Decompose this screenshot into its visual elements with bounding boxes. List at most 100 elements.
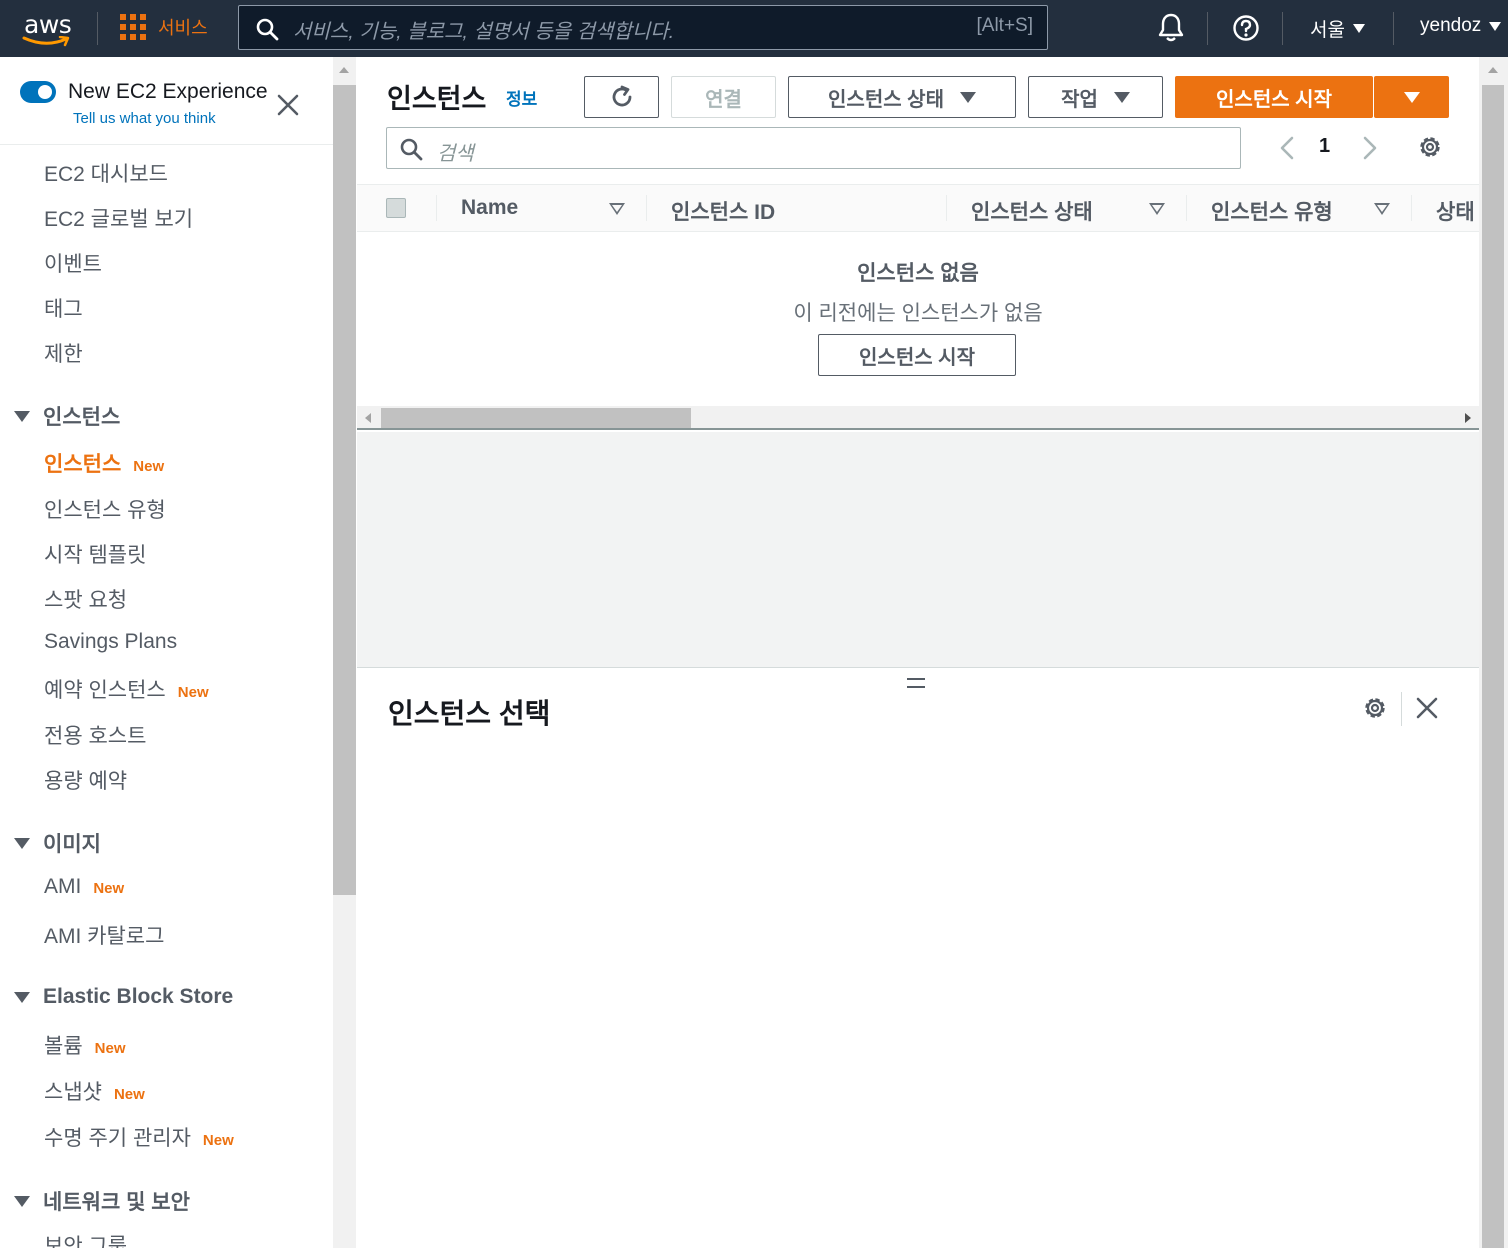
sidebar-item-reserved-instances[interactable]: 예약 인스턴스 New: [44, 674, 209, 704]
scroll-up-arrow-icon[interactable]: [339, 67, 349, 73]
sidebar-item-dedicated-hosts[interactable]: 전용 호스트: [44, 720, 146, 750]
sort-icon[interactable]: [1374, 203, 1390, 215]
scrollbar-thumb[interactable]: [381, 408, 691, 428]
new-experience-toggle[interactable]: [20, 81, 56, 103]
caret-down-icon: [1113, 91, 1130, 103]
column-header-instance-type[interactable]: 인스턴스 유형: [1211, 196, 1333, 226]
column-separator: [436, 195, 437, 221]
search-icon: [256, 18, 279, 41]
chevron-left-icon[interactable]: [1277, 135, 1297, 161]
sidebar-item-instances[interactable]: 인스턴스 New: [44, 448, 164, 478]
sidebar-section-images[interactable]: 이미지: [14, 828, 101, 858]
launch-instances-button[interactable]: 인스턴스 시작: [1175, 76, 1373, 118]
search-icon: [400, 138, 423, 161]
sidebar-item-events[interactable]: 이벤트: [44, 248, 102, 278]
sidebar-item-launch-templates[interactable]: 시작 템플릿: [44, 539, 146, 569]
column-header-instance-state[interactable]: 인스턴스 상태: [971, 196, 1093, 226]
sort-icon[interactable]: [1149, 203, 1165, 215]
current-page-number[interactable]: 1: [1319, 135, 1330, 158]
close-icon[interactable]: [276, 93, 300, 117]
sidebar-item-instance-types[interactable]: 인스턴스 유형: [44, 494, 166, 524]
gear-icon[interactable]: [1417, 134, 1443, 160]
triangle-down-icon: [14, 837, 30, 849]
column-header-name[interactable]: Name: [461, 196, 518, 220]
account-menu[interactable]: yendoz: [1420, 15, 1502, 37]
sidebar-item-dashboard[interactable]: EC2 대시보드: [44, 158, 168, 188]
experience-header: New EC2 Experience Tell us what you thin…: [0, 57, 333, 145]
scrollbar-thumb[interactable]: [333, 85, 356, 895]
new-badge: New: [113, 1086, 145, 1103]
actions-dropdown[interactable]: 작업: [1028, 76, 1163, 118]
refresh-icon: [612, 85, 631, 107]
close-icon[interactable]: [1415, 696, 1439, 720]
sidebar-item-savings-plans[interactable]: Savings Plans: [44, 630, 177, 654]
sidebar-section-title: 인스턴스: [43, 406, 121, 429]
empty-state-title: 인스턴스 없음: [857, 262, 979, 285]
select-all-checkbox[interactable]: [386, 198, 406, 218]
connect-button[interactable]: 연결: [671, 76, 776, 118]
column-separator: [646, 195, 647, 221]
triangle-down-icon: [14, 991, 30, 1003]
scroll-up-arrow-icon[interactable]: [1488, 67, 1498, 73]
gear-icon[interactable]: [1362, 695, 1388, 721]
help-icon[interactable]: [1232, 14, 1260, 42]
bell-icon[interactable]: [1157, 10, 1185, 44]
new-badge: New: [177, 684, 209, 701]
sidebar-item-global-view[interactable]: EC2 글로벌 보기: [44, 203, 193, 233]
column-separator: [946, 195, 947, 221]
sidebar-item-snapshots[interactable]: 스냅샷 New: [44, 1076, 145, 1106]
instances-search-input[interactable]: 검색: [386, 127, 1241, 169]
sidebar-item-limits[interactable]: 제한: [44, 338, 83, 368]
sidebar-section-ebs[interactable]: Elastic Block Store: [14, 985, 233, 1009]
sort-icon[interactable]: [609, 203, 625, 215]
info-link[interactable]: 정보: [506, 85, 537, 110]
nav-divider: [1207, 12, 1208, 45]
services-label: 서비스: [158, 18, 208, 38]
column-header-instance-id[interactable]: 인스턴스 ID: [671, 196, 775, 226]
chevron-right-icon[interactable]: [1360, 135, 1380, 161]
side-navigation: New EC2 Experience Tell us what you thin…: [0, 57, 333, 1248]
new-experience-label: New EC2 Experience: [68, 80, 268, 103]
aws-logo-text: aws: [24, 10, 72, 39]
split-panel-divider: [1401, 692, 1402, 726]
column-separator: [1411, 195, 1412, 221]
scroll-left-arrow-icon[interactable]: [365, 413, 371, 423]
instance-state-dropdown[interactable]: 인스턴스 상태: [788, 76, 1016, 118]
aws-logo[interactable]: aws: [22, 8, 74, 47]
scrollbar-thumb[interactable]: [1482, 85, 1504, 1248]
sidebar-item-volumes[interactable]: 볼륨 New: [44, 1030, 125, 1060]
instances-table-panel: 인스턴스 정보 연결 인스턴스 상태 작업 인스턴스 시작 검색 1 Name …: [357, 57, 1479, 432]
launch-options-dropdown[interactable]: [1374, 76, 1449, 118]
split-panel: 인스턴스 선택: [357, 667, 1479, 1248]
sidebar-item-label: 예약 인스턴스: [44, 679, 166, 702]
sidebar-scrollbar[interactable]: [333, 57, 356, 1248]
sidebar-item-security-groups[interactable]: 보안 그룹: [44, 1230, 127, 1248]
sidebar-item-tags[interactable]: 태그: [44, 293, 83, 323]
sidebar-item-ami[interactable]: AMI New: [44, 875, 124, 899]
instance-state-label: 인스턴스 상태: [828, 88, 944, 111]
refresh-button[interactable]: [584, 76, 659, 118]
global-search-input[interactable]: 서비스, 기능, 블로그, 설명서 등을 검색합니다. [Alt+S]: [238, 5, 1048, 50]
column-header-status[interactable]: 상태: [1436, 196, 1475, 226]
scroll-right-arrow-icon[interactable]: [1465, 413, 1471, 423]
sidebar-section-instances[interactable]: 인스턴스: [14, 401, 120, 431]
feedback-link[interactable]: Tell us what you think: [73, 110, 216, 127]
triangle-down-icon: [14, 410, 30, 422]
sidebar-section-network-security[interactable]: 네트워크 및 보안: [14, 1186, 190, 1216]
services-menu-button[interactable]: 서비스: [120, 12, 208, 42]
search-placeholder: 서비스, 기능, 블로그, 설명서 등을 검색합니다.: [293, 21, 675, 43]
resize-handle-icon[interactable]: [907, 678, 925, 688]
sidebar-item-ami-catalog[interactable]: AMI 카탈로그: [44, 920, 164, 950]
triangle-down-icon: [14, 1195, 30, 1207]
region-selector[interactable]: 서울: [1310, 15, 1365, 42]
nav-divider: [97, 12, 98, 45]
table-horizontal-scrollbar[interactable]: [357, 406, 1479, 430]
sidebar-item-capacity-reservations[interactable]: 용량 예약: [44, 765, 127, 795]
search-shortcut: [Alt+S]: [976, 15, 1034, 36]
table-header: Name 인스턴스 ID 인스턴스 상태 인스턴스 유형 상태: [357, 184, 1479, 232]
empty-launch-instances-button[interactable]: 인스턴스 시작: [818, 334, 1016, 376]
main-scrollbar[interactable]: [1479, 57, 1508, 1248]
sidebar-item-lifecycle-manager[interactable]: 수명 주기 관리자 New: [44, 1122, 234, 1152]
sidebar-item-spot-requests[interactable]: 스팟 요청: [44, 584, 127, 614]
page-title: 인스턴스: [387, 84, 487, 114]
